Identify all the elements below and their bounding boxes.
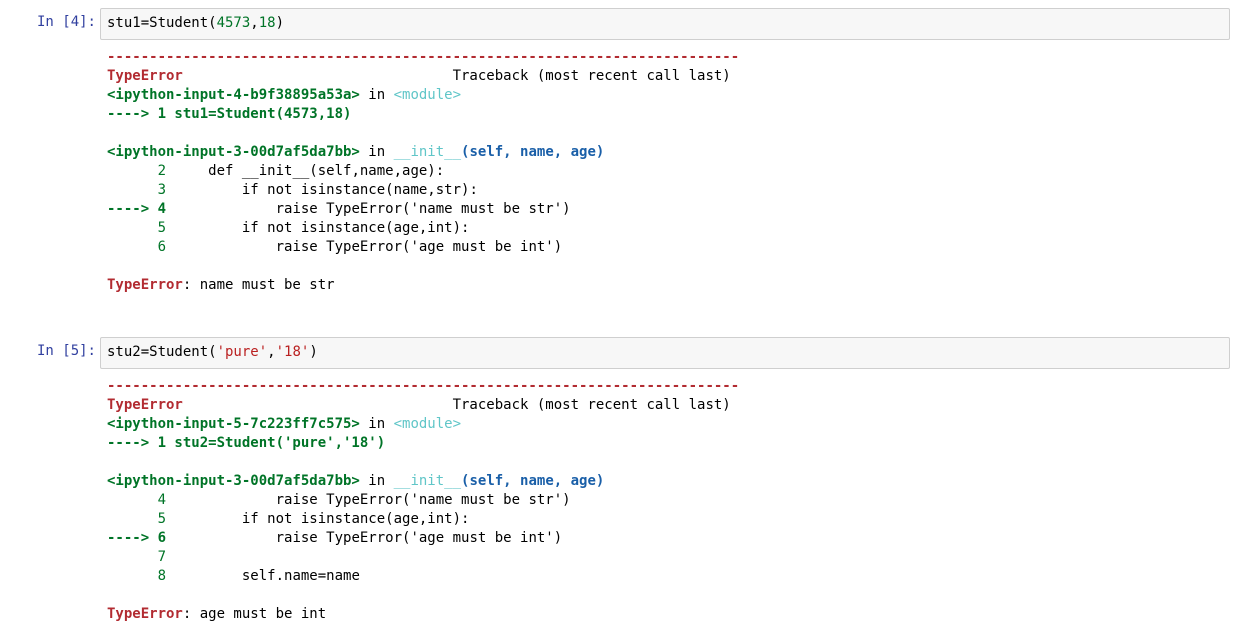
traceback-code-line: 3 if not isinstance(name,str): [107,182,478,198]
traceback-code-line: ----> 6 raise TypeError('age must be int… [107,530,563,546]
traceback-code-line: 2 def __init__(self,name,age): [107,163,445,179]
traceback-code-line: 7 [107,549,175,565]
cell-prompt: In [5]: [36,343,96,359]
traceback-header: TypeError Traceback (most recent call la… [107,397,731,413]
traceback-separator: ----------------------------------------… [107,49,740,65]
code-input[interactable]: stu1=Student(4573,18) [100,8,1230,40]
traceback-arrow-line: ----> 1 stu2=Student('pure','18') [107,435,386,451]
traceback-separator: ----------------------------------------… [107,378,740,394]
traceback-header: TypeError Traceback (most recent call la… [107,68,731,84]
traceback-code-line: 8 self.name=name [107,568,360,584]
error-message: TypeError: age must be int [107,606,327,622]
traceback-output: ----------------------------------------… [107,48,1226,295]
traceback-code-line: 4 raise TypeError('name must be str') [107,492,571,508]
error-message: TypeError: name must be str [107,277,335,293]
traceback-code-line: 6 raise TypeError('age must be int') [107,239,563,255]
traceback-code-line: 5 if not isinstance(age,int): [107,511,470,527]
traceback-arrow-line: ----> 1 stu1=Student(4573,18) [107,106,352,122]
traceback-frame-header: <ipython-input-5-7c223ff7c575> in <modul… [107,416,462,432]
traceback-code-line: 5 if not isinstance(age,int): [107,220,470,236]
traceback-frame-header: <ipython-input-3-00d7af5da7bb> in __init… [107,473,605,489]
traceback-code-line: ----> 4 raise TypeError('name must be st… [107,201,571,217]
code-input[interactable]: stu2=Student('pure','18') [100,337,1230,369]
traceback-output: ----------------------------------------… [107,377,1226,624]
cell-prompt: In [4]: [36,14,96,30]
traceback-frame-header: <ipython-input-4-b9f38895a53a> in <modul… [107,87,462,103]
traceback-frame-header: <ipython-input-3-00d7af5da7bb> in __init… [107,144,605,160]
